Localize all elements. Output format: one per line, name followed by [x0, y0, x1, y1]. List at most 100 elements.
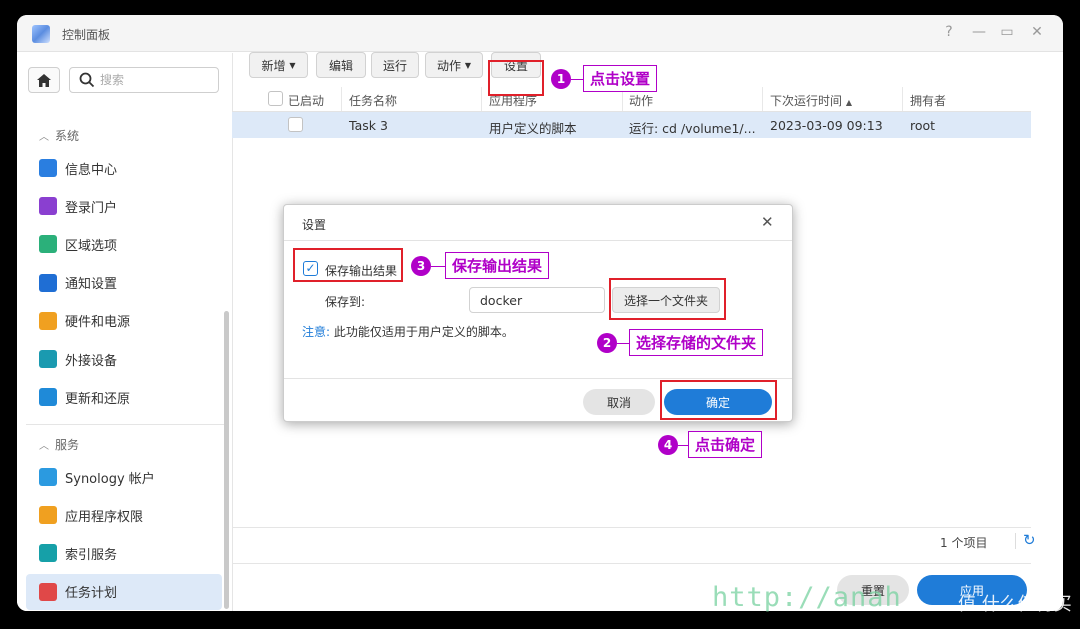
dialog-divider: [284, 240, 792, 241]
step-badge-2: 2: [597, 333, 617, 353]
sidebar-item-label: 信息中心: [65, 162, 118, 178]
sidebar-item-label: 索引服务: [65, 547, 118, 563]
search-input[interactable]: [100, 71, 210, 89]
sidebar-item-label: 登录门户: [65, 200, 118, 216]
annotation-connector: [617, 343, 629, 344]
cancel-button[interactable]: 取消: [583, 389, 655, 415]
table-row[interactable]: Task 3 用户定义的脚本 运行: cd /volume1/... 2023-…: [232, 112, 1031, 138]
new-button[interactable]: 新增 ▼: [249, 52, 308, 78]
callout-4: 点击确定: [688, 431, 763, 458]
region-icon: [39, 235, 57, 254]
highlight-box-save-output: [293, 248, 403, 282]
step-badge-4: 4: [658, 435, 678, 455]
dropdown-arrow-icon: ▼: [464, 60, 471, 70]
sidebar-scrollbar[interactable]: [224, 311, 229, 609]
task-owner: root: [910, 118, 936, 133]
sidebar-item-bulb[interactable]: 硬件和电源: [26, 303, 222, 339]
annotation-connector: [431, 266, 445, 267]
task-name: Task 3: [349, 118, 388, 133]
sidebar-item-calendar[interactable]: 任务计划: [26, 573, 222, 610]
note-text: 此功能仅适用于用户定义的脚本。: [330, 325, 514, 339]
highlight-box-ok: [660, 380, 777, 420]
bulb-icon: [39, 311, 57, 330]
sidebar-item-external-device[interactable]: 外接设备: [26, 341, 222, 377]
sidebar-item-label: 更新和还原: [65, 391, 131, 407]
titlebar: 控制面板 ? — ▭ ✕: [17, 15, 1063, 52]
note-prefix: 注意:: [302, 325, 331, 339]
control-panel-icon: [32, 25, 50, 43]
column-separator: [902, 87, 903, 111]
account-icon: [39, 468, 57, 486]
sidebar-item-label: 应用程序权限: [65, 509, 144, 525]
watermark-url: http://anah: [712, 582, 902, 613]
sort-up-icon: ▲: [845, 98, 852, 107]
sidebar-item-label: Synology 帐户: [65, 471, 155, 487]
task-application: 用户定义的脚本: [489, 121, 577, 136]
sidebar-item-label: 通知设置: [65, 277, 118, 293]
section-services[interactable]: ︿ 服务: [39, 436, 79, 453]
section-system-label: 系统: [55, 129, 80, 143]
home-icon: [37, 73, 51, 87]
refresh-icon[interactable]: ↻: [1023, 531, 1036, 549]
sidebar-item-label: 硬件和电源: [65, 315, 131, 331]
help-icon[interactable]: ?: [939, 24, 959, 40]
sidebar-item-login-portal[interactable]: 登录门户: [26, 188, 222, 224]
col-owner[interactable]: 拥有者: [910, 92, 946, 109]
home-button[interactable]: [28, 67, 60, 93]
search-field[interactable]: [69, 67, 219, 93]
maximize-icon[interactable]: ▭: [997, 24, 1017, 40]
sidebar-item-update[interactable]: 更新和还原: [26, 379, 222, 415]
search-icon: [79, 72, 95, 88]
column-separator: [762, 87, 763, 111]
sidebar-item-label: 任务计划: [65, 586, 118, 602]
col-task-name[interactable]: 任务名称: [349, 92, 397, 109]
step-badge-3: 3: [411, 256, 431, 276]
folder-path-input[interactable]: [469, 287, 605, 313]
col-action[interactable]: 动作: [629, 92, 653, 109]
external-device-icon: [39, 350, 57, 368]
close-window-icon[interactable]: ✕: [1027, 24, 1047, 40]
sidebar-item-notification[interactable]: 通知设置: [26, 265, 222, 301]
callout-3: 保存输出结果: [445, 252, 550, 279]
highlight-box-settings: [488, 60, 544, 96]
sidebar-item-lock[interactable]: 应用程序权限: [26, 497, 222, 533]
chevron-up-icon: ︿: [39, 132, 49, 143]
sidebar-item-region[interactable]: 区域选项: [26, 226, 222, 262]
col-enabled[interactable]: 已启动: [288, 92, 324, 109]
column-separator: [341, 87, 342, 111]
sidebar-item-label: 外接设备: [65, 353, 118, 369]
watermark-brand: 值 什么值得买: [958, 594, 1072, 615]
action-button[interactable]: 动作 ▼: [425, 52, 483, 78]
sidebar: ︿ 系统 信息中心登录门户区域选项通知设置硬件和电源外接设备更新和还原 ︿ 服务 S…: [17, 53, 233, 611]
task-enabled-checkbox[interactable]: [288, 117, 303, 132]
calendar-icon: [39, 582, 57, 601]
sidebar-item-info[interactable]: 信息中心: [26, 150, 222, 186]
update-icon: [39, 388, 57, 407]
window-title: 控制面板: [62, 28, 111, 42]
col-next-run[interactable]: 下次运行时间 ▲: [770, 92, 852, 109]
footer-divider: [232, 563, 1031, 564]
run-button[interactable]: 运行: [371, 52, 419, 78]
chevron-up-icon: ︿: [39, 441, 49, 452]
notification-icon: [39, 273, 57, 292]
save-to-label: 保存到:: [325, 295, 366, 309]
dialog-note: 注意: 此功能仅适用于用户定义的脚本。: [302, 323, 514, 340]
sidebar-item-label: 区域选项: [65, 238, 118, 254]
sidebar-item-index-search[interactable]: 索引服务: [26, 535, 222, 571]
callout-1: 点击设置: [583, 65, 658, 92]
callout-2: 选择存储的文件夹: [629, 329, 764, 356]
dialog-title: 设置: [302, 218, 327, 232]
sidebar-item-account[interactable]: Synology 帐户: [26, 459, 222, 495]
info-icon: [39, 159, 57, 177]
column-separator: [481, 87, 482, 111]
section-system[interactable]: ︿ 系统: [39, 127, 79, 144]
task-next-run: 2023-03-09 09:13: [770, 118, 883, 133]
minimize-icon[interactable]: —: [969, 24, 989, 40]
sidebar-divider: [26, 424, 226, 425]
select-all-checkbox[interactable]: [268, 91, 283, 106]
edit-button[interactable]: 编辑: [316, 52, 366, 78]
table-footer-divider: [232, 527, 1031, 528]
close-icon[interactable]: ✕: [761, 213, 774, 231]
section-services-label: 服务: [55, 438, 80, 452]
login-portal-icon: [39, 197, 57, 216]
